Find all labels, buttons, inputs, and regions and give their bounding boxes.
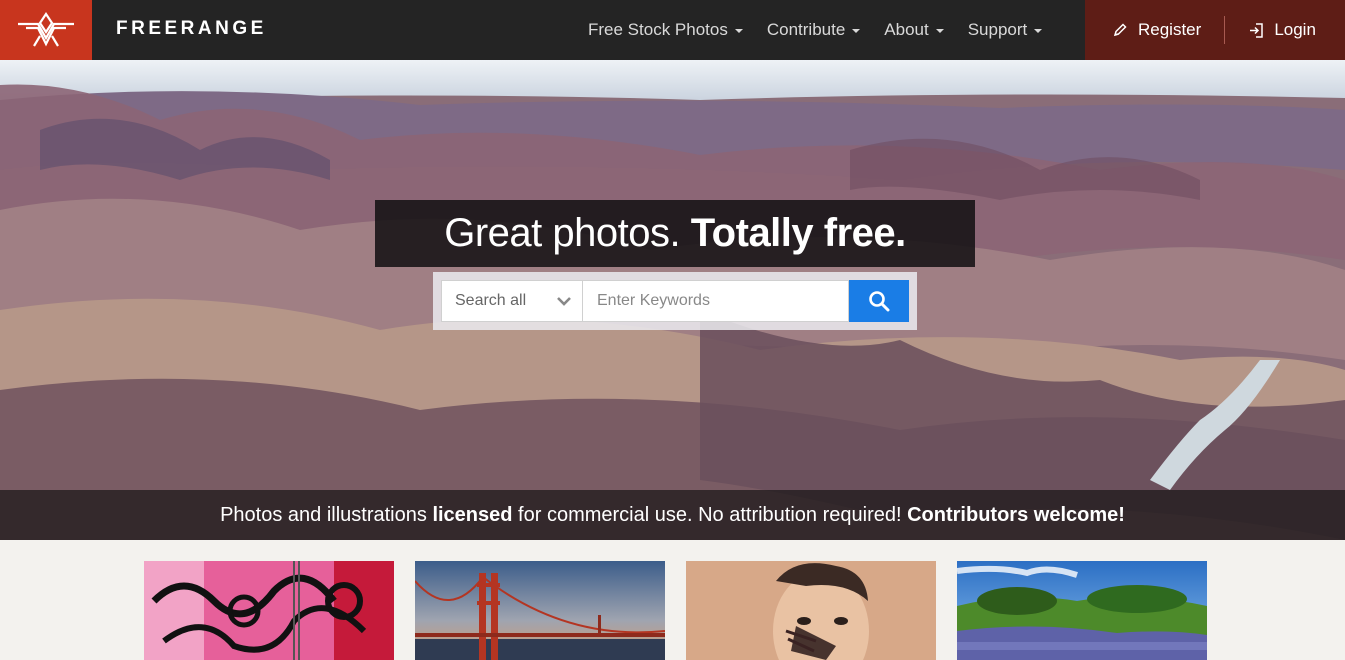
nav-label: About xyxy=(884,20,929,39)
chevron-down-icon xyxy=(557,297,571,306)
caret-down-icon xyxy=(734,29,743,33)
search-scope-select[interactable]: Search all xyxy=(441,280,583,322)
nav-label: Free Stock Photos xyxy=(588,20,728,39)
headline-bold: Totally free. xyxy=(690,211,907,255)
caret-down-icon xyxy=(935,29,944,33)
search-input[interactable]: Enter Keywords xyxy=(583,280,849,322)
top-navbar: FREERANGE Free Stock Photos Contribute A… xyxy=(0,0,1345,60)
search-button[interactable] xyxy=(849,280,909,322)
nav-label: Contribute xyxy=(766,20,846,39)
logo-link[interactable] xyxy=(0,0,92,60)
photo-thumb-painted-face[interactable] xyxy=(686,561,936,660)
tagline-part1: Photos and illustrations xyxy=(220,504,427,526)
bluebonnets-image xyxy=(957,561,1207,660)
register-label: Register xyxy=(1138,20,1202,39)
nav-support[interactable]: Support xyxy=(956,20,1055,40)
account-area: Register Login xyxy=(1085,0,1345,60)
account-divider xyxy=(1224,16,1226,44)
login-button[interactable]: Login xyxy=(1248,20,1316,40)
hero-tagline: Photos and illustrations licensed for co… xyxy=(0,490,1345,540)
search-icon xyxy=(869,291,890,312)
headline-regular: Great photos. xyxy=(444,211,681,255)
photo-thumb-graffiti[interactable] xyxy=(144,561,394,660)
caret-down-icon xyxy=(1034,29,1043,33)
nav-contribute[interactable]: Contribute xyxy=(755,20,872,40)
tagline-part2: for commercial use. No attribution requi… xyxy=(518,504,902,526)
login-arrow-icon xyxy=(1250,22,1264,38)
hero-banner: Great photos. Totally free. Search all E… xyxy=(0,60,1345,540)
brand-name[interactable]: FREERANGE xyxy=(116,18,267,40)
tagline-bold1: licensed xyxy=(432,504,513,526)
main-nav: Free Stock Photos Contribute About Suppo… xyxy=(576,0,1054,60)
tagline-bold2: Contributors welcome! xyxy=(907,504,1125,526)
nav-about[interactable]: About xyxy=(872,20,955,40)
register-button[interactable]: Register xyxy=(1112,20,1201,40)
nav-label: Support xyxy=(967,20,1028,39)
caret-down-icon xyxy=(852,29,861,33)
search-scope-value: Search all xyxy=(455,292,527,309)
search-placeholder: Enter Keywords xyxy=(597,292,710,309)
freerange-logo-icon xyxy=(18,12,74,47)
pencil-icon xyxy=(1113,23,1127,37)
login-label: Login xyxy=(1274,20,1316,39)
photo-thumb-golden-gate[interactable] xyxy=(415,561,665,660)
nav-free-stock-photos[interactable]: Free Stock Photos xyxy=(576,20,755,40)
photo-grid xyxy=(144,561,1207,660)
graffiti-image xyxy=(144,561,394,660)
hero-headline: Great photos. Totally free. xyxy=(375,200,975,267)
search-bar: Search all Enter Keywords xyxy=(433,272,917,330)
painted-face-image xyxy=(686,561,936,660)
golden-gate-image xyxy=(415,561,665,660)
photo-thumb-bluebonnets[interactable] xyxy=(957,561,1207,660)
